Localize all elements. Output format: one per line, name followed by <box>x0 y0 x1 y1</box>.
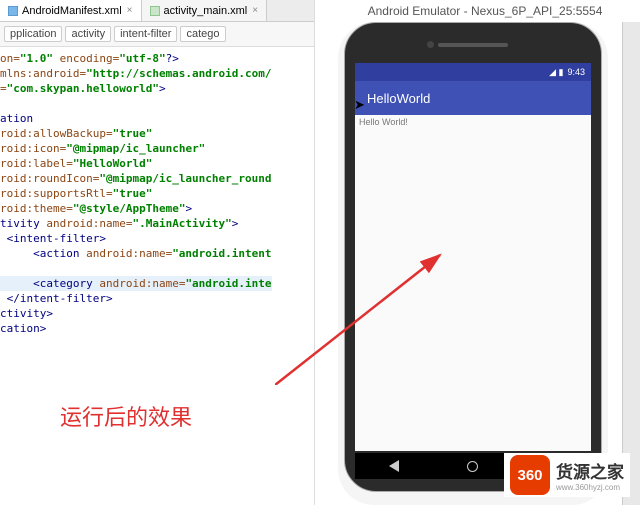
back-icon[interactable] <box>389 460 399 472</box>
app-bar: HelloWorld <box>355 81 591 115</box>
breadcrumb-item[interactable]: pplication <box>4 26 62 42</box>
editor-tabs: AndroidManifest.xml × activity_main.xml … <box>0 0 314 22</box>
xml-file-icon <box>8 6 18 16</box>
emulator-window-title: Android Emulator - Nexus_6P_API_25:5554 <box>345 4 625 18</box>
watermark: 360 货源之家 www.360hyzj.com <box>504 453 630 497</box>
device-screen[interactable]: ◢ ▮ 9:43 HelloWorld Hello World! <box>355 63 591 451</box>
side-panel <box>622 22 640 505</box>
signal-icon: ◢ ▮ <box>549 67 563 78</box>
home-icon[interactable] <box>467 461 478 472</box>
status-bar: ◢ ▮ 9:43 <box>355 63 591 81</box>
close-icon[interactable]: × <box>127 5 133 16</box>
code-area[interactable]: on="1.0" encoding="utf-8"?> mlns:android… <box>0 47 314 336</box>
tab-label: activity_main.xml <box>164 5 248 17</box>
tab-manifest[interactable]: AndroidManifest.xml × <box>0 0 142 21</box>
hello-text: Hello World! <box>359 117 408 127</box>
tab-activity-main[interactable]: activity_main.xml × <box>142 0 268 21</box>
annotation-text: 运行后的效果 <box>60 400 192 432</box>
breadcrumb-item[interactable]: activity <box>65 26 111 42</box>
app-content: Hello World! <box>355 115 591 129</box>
camera-dot <box>427 41 434 48</box>
status-time: 9:43 <box>567 67 585 77</box>
mouse-cursor-icon: ➤ <box>354 97 365 113</box>
watermark-badge: 360 <box>510 455 550 495</box>
tab-label: AndroidManifest.xml <box>22 5 122 17</box>
layout-file-icon <box>150 6 160 16</box>
close-icon[interactable]: × <box>252 5 258 16</box>
app-title: HelloWorld <box>367 91 430 106</box>
breadcrumb: pplication activity intent-filter catego <box>0 22 314 47</box>
breadcrumb-item[interactable]: intent-filter <box>114 26 177 42</box>
watermark-text: 货源之家 <box>556 458 624 483</box>
speaker-grille <box>438 43 508 47</box>
breadcrumb-item[interactable]: catego <box>180 26 225 42</box>
emulator-device: ◢ ▮ 9:43 HelloWorld Hello World! <box>344 22 602 492</box>
watermark-url: www.360hyzj.com <box>556 483 624 492</box>
